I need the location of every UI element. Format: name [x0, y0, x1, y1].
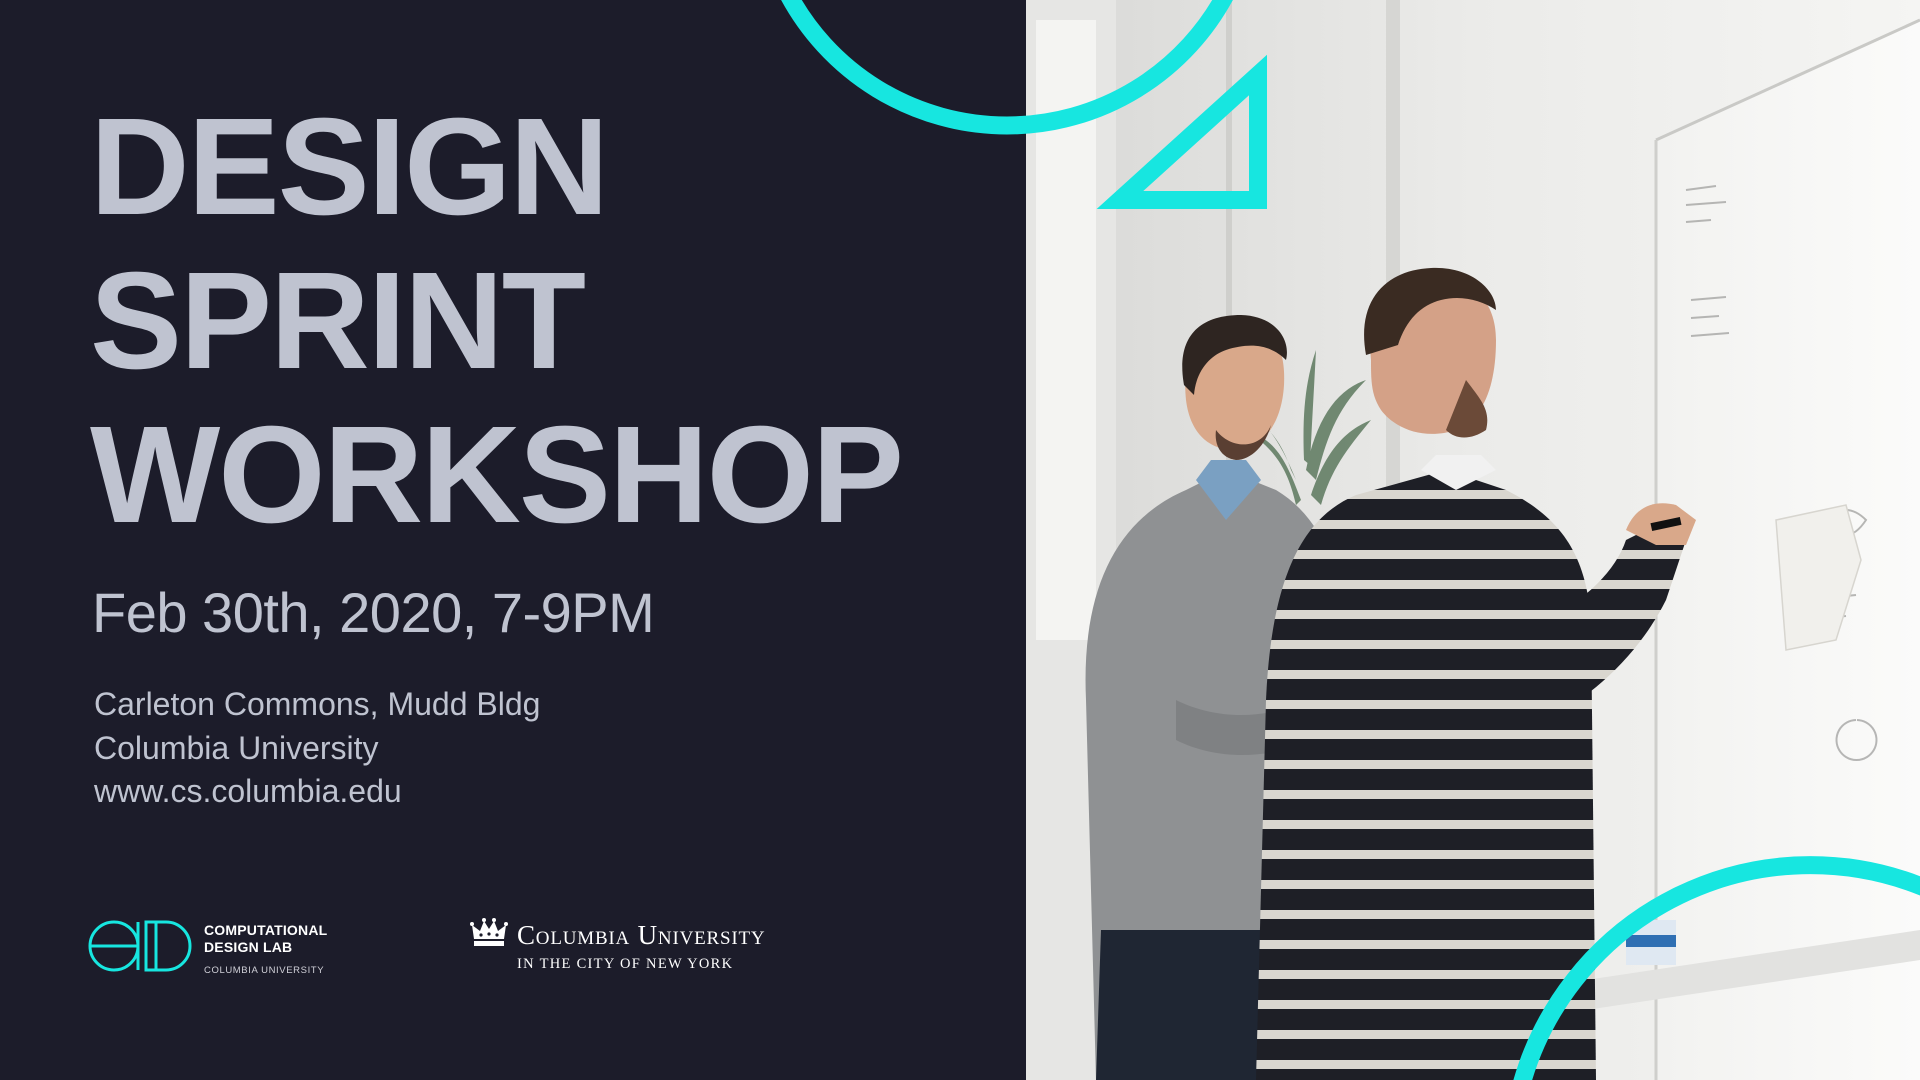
headline-line-2: SPRINT — [90, 244, 586, 398]
columbia-wordmark: Columbia University — [517, 920, 766, 950]
columbia-tagline: IN THE CITY OF NEW YORK — [517, 956, 734, 972]
cdl-name-line-2: DESIGN LAB — [204, 939, 293, 955]
event-date-time: Feb 30th, 2020, 7-9PM — [92, 581, 655, 644]
venue-location: Carleton Commons, Mudd Bldg — [94, 686, 541, 722]
photo-two-men-at-whiteboard — [1026, 0, 1920, 1080]
headline-line-1: DESIGN — [90, 90, 609, 244]
event-website: www.cs.columbia.edu — [94, 773, 402, 809]
cdl-wordmark: COMPUTATIONAL DESIGN LAB COLUMBIA UNIVER… — [204, 922, 327, 976]
headline-line-3: WORKSHOP — [90, 398, 904, 552]
workshop-poster: DESIGN SPRINT WORKSHOP Feb 30th, 2020, 7… — [0, 0, 1920, 1080]
cdl-subtitle: COLUMBIA UNIVERSITY — [204, 965, 325, 976]
venue-institution: Columbia University — [94, 730, 379, 766]
cdl-logo-icon — [88, 920, 192, 972]
cdl-name-line-1: COMPUTATIONAL — [204, 922, 328, 938]
photo-illustration — [1026, 0, 1920, 1080]
info-panel: DESIGN SPRINT WORKSHOP Feb 30th, 2020, 7… — [0, 0, 1026, 1080]
crown-icon — [470, 918, 508, 946]
